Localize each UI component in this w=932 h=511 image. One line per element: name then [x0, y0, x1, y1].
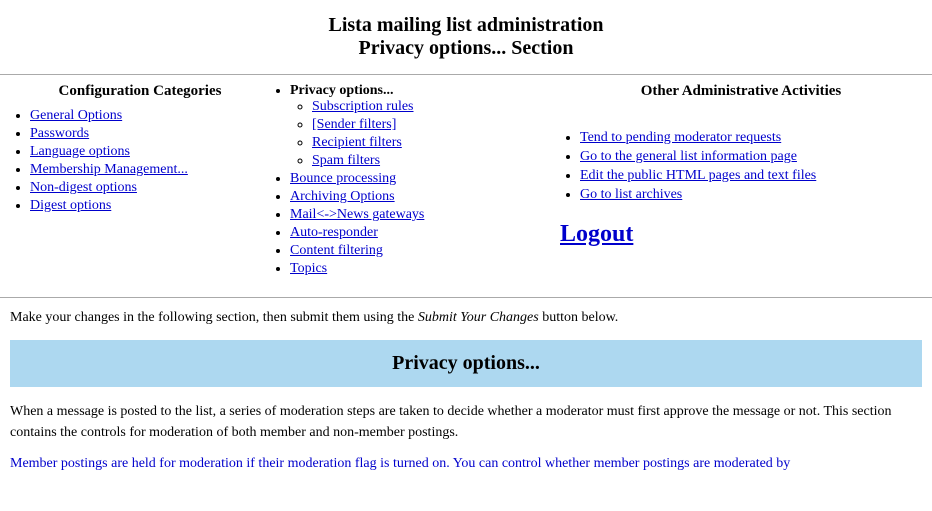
general-list-info-link[interactable]: Go to the general list information page — [580, 149, 797, 164]
subscription-rules-link[interactable]: Subscription rules — [312, 99, 414, 114]
left-nav-list: General Options Passwords Language optio… — [10, 108, 270, 214]
mail-news-gateways-link[interactable]: Mail<->News gateways — [290, 207, 424, 222]
bounce-processing-link[interactable]: Bounce processing — [290, 171, 396, 186]
list-item: Go to list archives — [580, 187, 922, 203]
submit-note-end: button below. — [542, 310, 618, 325]
list-item: Non-digest options — [30, 180, 270, 196]
description1-text: When a message is posted to the list, a … — [10, 404, 892, 440]
digest-options-link[interactable]: Digest options — [30, 198, 111, 213]
privacy-options-banner-title: Privacy options... — [20, 352, 912, 375]
description1: When a message is posted to the list, a … — [0, 395, 932, 447]
submit-note-italic: Submit Your Changes — [418, 310, 539, 325]
language-options-link[interactable]: Language options — [30, 144, 130, 159]
edit-html-pages-link[interactable]: Edit the public HTML pages and text file… — [580, 168, 816, 183]
list-item: Passwords — [30, 126, 270, 142]
list-item: Content filtering — [290, 243, 530, 259]
config-right: Other Administrative Activities Tend to … — [530, 83, 922, 279]
list-item: Membership Management... — [30, 162, 270, 178]
list-item: Spam filters — [312, 153, 530, 169]
list-item: Language options — [30, 144, 270, 160]
logout-section: Logout — [560, 221, 922, 248]
section-divider — [0, 297, 932, 298]
content-filtering-link[interactable]: Content filtering — [290, 243, 383, 258]
config-categories-label: Configuration Categories — [10, 83, 270, 100]
spam-filters-link[interactable]: Spam filters — [312, 153, 380, 168]
list-item: Recipient filters — [312, 135, 530, 151]
recipient-filters-link[interactable]: Recipient filters — [312, 135, 402, 150]
archiving-options-link[interactable]: Archiving Options — [290, 189, 395, 204]
privacy-sub-list: Subscription rules [Sender filters] Reci… — [290, 99, 530, 169]
config-left: Configuration Categories General Options… — [10, 83, 270, 279]
page-header: Lista mailing list administration Privac… — [0, 0, 932, 70]
pending-moderator-link[interactable]: Tend to pending moderator requests — [580, 130, 781, 145]
header-divider — [0, 74, 932, 75]
list-item: Edit the public HTML pages and text file… — [580, 168, 922, 184]
general-options-link[interactable]: General Options — [30, 108, 122, 123]
non-digest-options-link[interactable]: Non-digest options — [30, 180, 137, 195]
logout-link[interactable]: Logout — [560, 221, 633, 247]
page-title-line2: Privacy options... Section — [10, 37, 922, 60]
list-item: Archiving Options — [290, 189, 530, 205]
passwords-link[interactable]: Passwords — [30, 126, 89, 141]
list-item: Bounce processing — [290, 171, 530, 187]
middle-nav-list: Privacy options... Subscription rules [S… — [270, 83, 530, 277]
list-item: Tend to pending moderator requests — [580, 130, 922, 146]
config-section: Configuration Categories General Options… — [0, 83, 932, 289]
list-archives-link[interactable]: Go to list archives — [580, 187, 682, 202]
privacy-options-banner: Privacy options... — [10, 340, 922, 387]
submit-note: Make your changes in the following secti… — [0, 304, 932, 336]
list-item: Subscription rules — [312, 99, 530, 115]
privacy-options-label: Privacy options... — [290, 83, 393, 98]
right-nav-list: Tend to pending moderator requests Go to… — [560, 130, 922, 203]
description2: Member postings are held for moderation … — [0, 447, 932, 478]
description2-text: Member postings are held for moderation … — [10, 456, 790, 471]
other-admin-label: Other Administrative Activities — [560, 83, 922, 100]
topics-link[interactable]: Topics — [290, 261, 327, 276]
list-item: Mail<->News gateways — [290, 207, 530, 223]
list-item: General Options — [30, 108, 270, 124]
auto-responder-link[interactable]: Auto-responder — [290, 225, 378, 240]
list-item: Digest options — [30, 198, 270, 214]
sender-filters-link[interactable]: [Sender filters] — [312, 117, 396, 132]
list-item: Go to the general list information page — [580, 149, 922, 165]
list-item-privacy: Privacy options... Subscription rules [S… — [290, 83, 530, 169]
page-title-line1: Lista mailing list administration — [10, 14, 922, 37]
list-item: [Sender filters] — [312, 117, 530, 133]
membership-management-link[interactable]: Membership Management... — [30, 162, 188, 177]
config-middle: Privacy options... Subscription rules [S… — [270, 83, 530, 279]
list-item: Topics — [290, 261, 530, 277]
submit-note-text: Make your changes in the following secti… — [10, 310, 414, 325]
list-item: Auto-responder — [290, 225, 530, 241]
